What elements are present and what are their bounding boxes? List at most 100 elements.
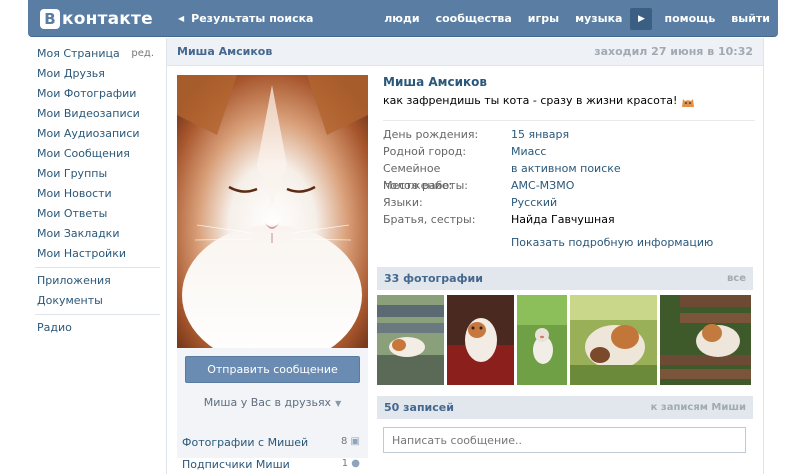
sidebar-item-label: Мои Группы [37, 167, 108, 180]
photo-thumbnail[interactable] [517, 295, 567, 385]
detail-label: Языки: [383, 195, 423, 209]
friend-status-label: Миша у Вас в друзьях [203, 396, 332, 409]
status-text: как зафрендишь ты кота - сразу в жизни к… [383, 94, 678, 107]
show-more-info-link[interactable]: Показать подробную информацию [511, 236, 755, 249]
sidebar-item-label: Документы [37, 294, 103, 307]
nav-games[interactable]: игры [520, 12, 567, 25]
sidebar-item-documents[interactable]: Документы [28, 291, 160, 311]
sidebar-item-label: Мои Новости [37, 187, 112, 200]
sidebar-item-label: Мои Ответы [37, 207, 108, 220]
followers-label: Подписчики Миши [182, 458, 290, 471]
sidebar-item-videos[interactable]: Мои Видеозаписи [28, 104, 160, 124]
nav-help[interactable]: помощь [656, 12, 723, 25]
sidebar-item-label: Радио [37, 321, 72, 334]
nav-communities[interactable]: сообщества [428, 12, 520, 25]
sidebar-item-answers[interactable]: Мои Ответы [28, 204, 160, 224]
logo-text: контакте [62, 9, 153, 29]
sidebar-item-bookmarks[interactable]: Мои Закладки [28, 224, 160, 244]
wall-section-header[interactable]: 50 записей к записям Миши [377, 396, 753, 419]
sidebar-item-apps[interactable]: Приложения [28, 271, 160, 291]
sidebar-item-label: Мои Сообщения [37, 147, 130, 160]
sidebar-item-audio[interactable]: Мои Аудиозаписи [28, 124, 160, 144]
profile-info: Миша Амсиков как зафрендишь ты кота - ср… [383, 75, 755, 249]
nav-people[interactable]: люди [376, 12, 427, 25]
nav-music[interactable]: музыка [567, 12, 630, 25]
photos-count-title[interactable]: 33 фотографии [384, 272, 483, 285]
profile-avatar[interactable] [177, 75, 368, 350]
detail-languages: Языки: Русский [383, 194, 755, 211]
detail-workplace: Место работы: АМС-МЗМО [383, 177, 755, 194]
nav-logout[interactable]: выйти [723, 12, 778, 25]
back-to-search-link[interactable]: ◀ Результаты поиска [178, 12, 313, 25]
camera-icon: ▣ [350, 436, 360, 447]
photo-thumbnail[interactable] [660, 295, 751, 385]
sidebar-item-label: Мои Фотографии [37, 87, 137, 100]
photo-image [570, 295, 657, 385]
detail-label: Братья, сестры: [383, 212, 476, 226]
profile-header-name: Миша Амсиков [177, 45, 273, 58]
photo-image [447, 295, 514, 385]
sidebar-item-my-page[interactable]: Моя Страница ред. [28, 44, 160, 64]
detail-value-link[interactable]: Русский [511, 194, 557, 211]
photos-all-link[interactable]: все [727, 273, 746, 284]
photo-image [517, 295, 567, 385]
top-nav: люди сообщества игры музыка ▶ помощь вый… [376, 0, 778, 37]
sidebar-item-settings[interactable]: Мои Настройки [28, 244, 160, 264]
photo-strip [377, 295, 757, 385]
profile-name: Миша Амсиков [383, 75, 487, 89]
detail-label: Место работы: [383, 178, 468, 192]
user-icon: ● [351, 458, 360, 469]
detail-label: День рождения: [383, 127, 479, 141]
detail-hometown: Родной город: Миасс [383, 143, 755, 160]
left-menu: Моя Страница ред. Мои Друзья Мои Фотогра… [28, 44, 160, 338]
profile-header: Миша Амсиков заходил 27 июня в 10:32 [167, 38, 763, 66]
profile-status: как зафрендишь ты кота - сразу в жизни к… [383, 94, 755, 108]
photo-thumbnail[interactable] [377, 295, 444, 385]
wall-post-input[interactable]: Написать сообщение.. [383, 427, 746, 453]
wall-count-title[interactable]: 50 записей [384, 401, 454, 414]
detail-value-link[interactable]: 15 января [511, 126, 569, 143]
photos-section-header[interactable]: 33 фотографии все [377, 267, 753, 290]
detail-value-link[interactable]: АМС-МЗМО [511, 177, 574, 194]
sidebar-item-messages[interactable]: Мои Сообщения [28, 144, 160, 164]
back-to-search-label: Результаты поиска [191, 12, 314, 25]
sidebar-item-friends[interactable]: Мои Друзья [28, 64, 160, 84]
last-seen: заходил 27 июня в 10:32 [594, 45, 753, 58]
sidebar-item-radio[interactable]: Радио [28, 318, 160, 338]
sidebar-item-label: Мои Друзья [37, 67, 105, 80]
sidebar-item-groups[interactable]: Мои Группы [28, 164, 160, 184]
photos-with-label: Фотографии с Мишей [182, 436, 309, 449]
detail-value: Найда Гавчушная [511, 212, 615, 226]
count-value: 1 [341, 458, 349, 469]
top-bar: В контакте ◀ Результаты поиска люди сооб… [0, 0, 800, 38]
play-icon[interactable]: ▶ [630, 7, 653, 30]
sidebar-item-photos[interactable]: Мои Фотографии [28, 84, 160, 104]
cat-photo [177, 75, 368, 350]
photo-image [377, 295, 444, 385]
top-bar-panel: В контакте ◀ Результаты поиска люди сооб… [28, 0, 778, 37]
photo-thumbnail[interactable] [570, 295, 657, 385]
sidebar-item-label: Приложения [37, 274, 111, 287]
followers-link[interactable]: Подписчики Миши 1 ● [182, 458, 360, 471]
photos-with-count: 8 ▣ [341, 436, 360, 449]
sidebar-item-label: Мои Аудиозаписи [37, 127, 140, 140]
back-arrow-icon: ◀ [178, 14, 185, 23]
wall-all-link[interactable]: к записям Миши [651, 402, 746, 413]
detail-value-link[interactable]: в активном поиске [511, 160, 621, 177]
edit-link[interactable]: ред. [131, 44, 160, 64]
detail-value-link[interactable]: Миасс [511, 143, 546, 160]
detail-label: Семейное положение: [383, 161, 453, 192]
friend-status-dropdown[interactable]: Миша у Вас в друзьях ▼ [177, 396, 368, 409]
photo-thumbnail[interactable] [447, 295, 514, 385]
sidebar-item-label: Мои Закладки [37, 227, 120, 240]
sidebar-item-label: Моя Страница [37, 47, 120, 60]
cat-emoji-icon [682, 98, 695, 107]
send-message-button[interactable]: Отправить сообщение [185, 356, 360, 383]
followers-count: 1 ● [342, 458, 360, 471]
wall-post-placeholder: Написать сообщение.. [392, 433, 523, 447]
sidebar-item-news[interactable]: Мои Новости [28, 184, 160, 204]
photos-with-link[interactable]: Фотографии с Мишей 8 ▣ [182, 436, 360, 449]
logo[interactable]: В контакте [40, 8, 153, 30]
detail-label: Родной город: [383, 144, 467, 158]
logo-icon: В [40, 9, 60, 29]
